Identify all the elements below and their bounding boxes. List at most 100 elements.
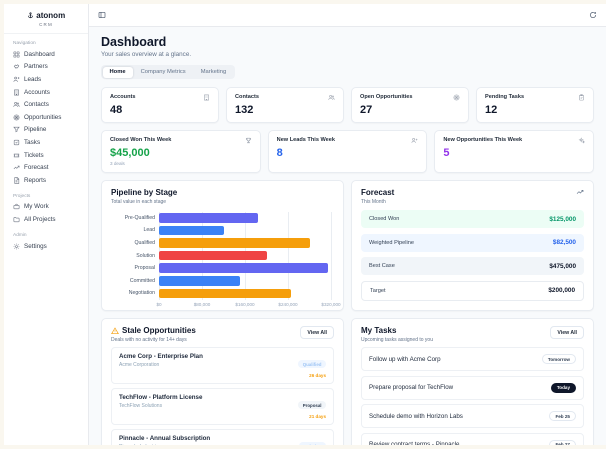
stat-label: Contacts (235, 94, 259, 100)
sidebar-item-tickets[interactable]: Tickets (4, 149, 88, 162)
sidebar-section-navigation: Navigation (13, 41, 36, 46)
forecast-panel: Forecast This Month Closed Won $125,000 … (351, 180, 594, 311)
stage-badge: Qualified (298, 360, 326, 368)
page-subtitle: Your sales overview at a glance. (101, 51, 192, 58)
stat-value: $45,000 (110, 147, 150, 159)
stale-days: 21 days (309, 414, 326, 419)
building-icon (203, 94, 210, 101)
x-tick-label: $0 (156, 302, 162, 308)
users-icon (328, 94, 335, 101)
chart-bar (159, 263, 329, 273)
pipeline-by-stage-panel: Pipeline by Stage Total value in each st… (101, 180, 344, 311)
sidebar-item-partners[interactable]: Partners (4, 61, 88, 74)
chart-category-label: Proposal (134, 265, 155, 272)
tab-marketing[interactable]: Marketing (194, 67, 233, 78)
sidebar-section-admin: Admin (13, 232, 27, 238)
sidebar-item-dashboard[interactable]: Dashboard (4, 48, 88, 61)
logo-icon (27, 12, 34, 19)
refresh-icon[interactable] (589, 11, 597, 19)
stale-days: 26 days (309, 373, 326, 378)
task-row[interactable]: Prepare proposal for TechFlow Today (361, 375, 584, 400)
forecast-row-target: Target $200,000 (361, 280, 584, 301)
forecast-row-closed-won: Closed Won $125,000 (361, 210, 584, 228)
sidebar-item-contacts[interactable]: Contacts (4, 98, 88, 111)
chart-row: Committed (111, 274, 334, 287)
bottom-row: Stale Opportunities Deals with no activi… (101, 318, 594, 445)
middle-row: Pipeline by Stage Total value in each st… (101, 180, 594, 311)
sparkles-icon (578, 137, 585, 144)
stat-card-new-leads-week: New Leads This Week 8 (267, 130, 428, 173)
dashboard-tabs: Home Company Metrics Marketing (101, 65, 235, 79)
due-badge: Tomorrow (541, 354, 576, 364)
stat-card-closed-won-week: Closed Won This Week $45,000 3 deals (101, 130, 261, 173)
chart-row: Negotiation (111, 287, 334, 300)
tab-home[interactable]: Home (102, 66, 133, 78)
stale-opportunity-row[interactable]: Acme Corp - Enterprise Plan Acme Corpora… (111, 347, 334, 384)
pipeline-chart-body: Pre-Qualified Lead Qualified Solution Propos… (111, 211, 334, 300)
pipeline-chart-x-axis: $0 $80,000 $160,000 $240,000 $320,000 (156, 300, 340, 308)
x-tick-label: $320,000 (321, 302, 341, 308)
weekly-stats-row: Closed Won This Week $45,000 3 deals New… (101, 130, 594, 173)
app-logo: atonom CRM (4, 4, 88, 34)
stale-subtitle: Deals with no activity for 14+ days (111, 336, 187, 343)
sidebar-item-settings[interactable]: Settings (4, 240, 88, 253)
sidebar-item-leads[interactable]: Leads (4, 73, 88, 86)
target-icon (453, 94, 460, 101)
gear-icon (13, 243, 20, 250)
sidebar-item-forecast[interactable]: Forecast (4, 161, 88, 174)
handshake-icon (13, 63, 20, 70)
task-row[interactable]: Review contract terms - Pinnacle Feb 27 (361, 432, 584, 445)
stat-label: Pending Tasks (485, 94, 525, 100)
task-row[interactable]: Follow up with Acme Corp Tomorrow (361, 347, 584, 371)
sidebar-section-projects: Projects (13, 193, 31, 199)
check-square-icon (13, 139, 20, 146)
dashboard-content: Dashboard Your sales overview at a glanc… (89, 27, 606, 445)
trending-up-icon (13, 164, 20, 171)
x-tick-label: $80,000 (193, 302, 211, 308)
stale-opportunity-row[interactable]: Pinnacle - Annual Subscription Pinnacle … (111, 429, 334, 445)
stat-subtext: 3 deals (110, 161, 125, 166)
chart-row: Solution (111, 249, 334, 262)
main-area: Dashboard Your sales overview at a glanc… (89, 4, 606, 445)
clipboard-icon (578, 94, 585, 101)
sidebar-item-opportunities[interactable]: Opportunities (4, 111, 88, 124)
sidebar-item-accounts[interactable]: Accounts (4, 86, 88, 99)
sidebar-item-my-work[interactable]: My Work (4, 201, 88, 214)
top-bar (89, 4, 606, 27)
app-window: atonom CRM Navigation Dashboard Partners… (4, 4, 606, 445)
stat-label: Open Opportunities (360, 94, 413, 100)
due-badge: Feb 27 (549, 439, 576, 445)
page-title: Dashboard (101, 35, 167, 49)
sidebar-item-all-projects[interactable]: All Projects (4, 213, 88, 226)
sidebar-item-tasks[interactable]: Tasks (4, 136, 88, 149)
chart-bar (159, 225, 224, 236)
chart-title: Pipeline by Stage (111, 188, 178, 197)
chart-category-label: Negotiation (128, 290, 155, 297)
logo-text: atonom (36, 11, 66, 20)
stale-view-all-button[interactable]: View All (300, 326, 334, 339)
folder-icon (13, 216, 20, 223)
chart-category-label: Pre-Qualified (124, 214, 155, 221)
task-row[interactable]: Schedule demo with Horizon Labs Feb 25 (361, 404, 584, 428)
stat-label: New Opportunities This Week (443, 137, 523, 143)
stale-opportunity-row[interactable]: TechFlow - Platform License TechFlow Sol… (111, 388, 334, 425)
stat-card-pending-tasks: Pending Tasks 12 (476, 87, 594, 123)
users-icon (13, 101, 20, 108)
chart-bar (159, 288, 291, 299)
forecast-title: Forecast (361, 188, 395, 197)
sidebar-toggle-icon[interactable] (98, 11, 106, 19)
stale-opportunities-panel: Stale Opportunities Deals with no activi… (101, 318, 344, 445)
tasks-view-all-button[interactable]: View All (550, 326, 584, 339)
tab-company-metrics[interactable]: Company Metrics (134, 67, 193, 78)
sidebar-item-pipeline[interactable]: Pipeline (4, 124, 88, 137)
sidebar-item-reports[interactable]: Reports (4, 174, 88, 187)
x-tick-label: $240,000 (278, 302, 298, 308)
stat-value: 48 (110, 104, 123, 116)
logo-subtext: CRM (39, 22, 53, 27)
chart-category-label: Committed (129, 277, 155, 284)
lead-user-icon (13, 76, 20, 83)
tasks-title: My Tasks (361, 326, 397, 335)
trending-up-icon (576, 188, 584, 196)
stat-card-accounts: Accounts 48 (101, 87, 219, 123)
tasks-subtitle: Upcoming tasks assigned to you (361, 336, 433, 343)
